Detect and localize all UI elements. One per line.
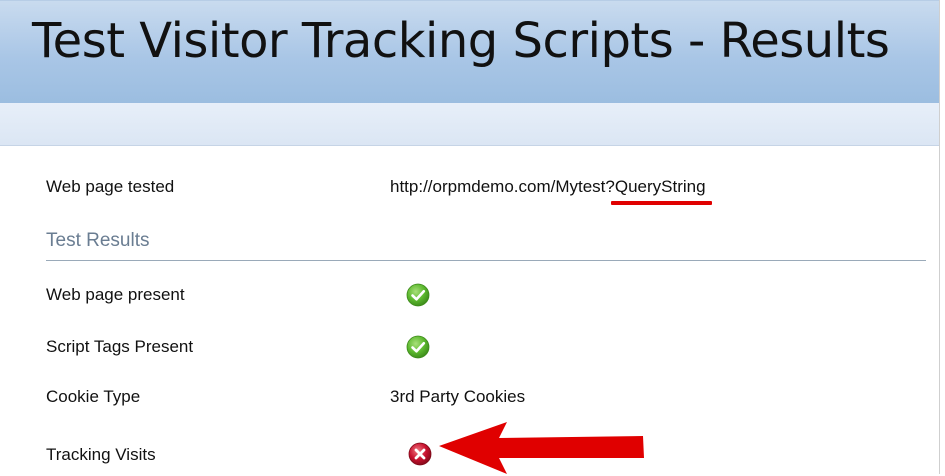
result-row-web-page-present: Web page present <box>46 280 926 310</box>
result-row-cookie-type: Cookie Type 3rd Party Cookies <box>46 382 926 412</box>
cookie-type-value: 3rd Party Cookies <box>390 387 526 406</box>
url-query-string: QueryString <box>610 172 712 205</box>
url-base: http://orpmdemo.com/Mytest? <box>390 177 615 196</box>
result-label: Tracking Visits <box>46 445 156 464</box>
red-arrow-left-icon <box>439 422 644 474</box>
web-page-tested-url: http://orpmdemo.com/Mytest?QueryString <box>390 172 712 205</box>
header-subbar <box>0 103 939 146</box>
result-label: Web page present <box>46 285 185 304</box>
check-circle-icon <box>406 283 430 307</box>
web-page-tested-label: Web page tested <box>46 177 175 196</box>
page-frame: Test Visitor Tracking Scripts - Results … <box>0 0 940 474</box>
x-circle-icon <box>408 442 432 466</box>
test-results-heading: Test Results <box>46 226 926 261</box>
url-query-text: QueryString <box>614 177 706 196</box>
result-row-script-tags-present: Script Tags Present <box>46 332 926 362</box>
result-label: Script Tags Present <box>46 337 194 356</box>
page-header: Test Visitor Tracking Scripts - Results <box>0 0 939 104</box>
web-page-tested-row: Web page tested http://orpmdemo.com/Myte… <box>46 172 926 205</box>
test-results-heading-text: Test Results <box>46 230 150 251</box>
result-label: Cookie Type <box>46 387 141 406</box>
check-circle-icon <box>406 335 430 359</box>
page-title: Test Visitor Tracking Scripts - Results <box>32 13 890 69</box>
red-underline-annotation <box>610 201 712 205</box>
